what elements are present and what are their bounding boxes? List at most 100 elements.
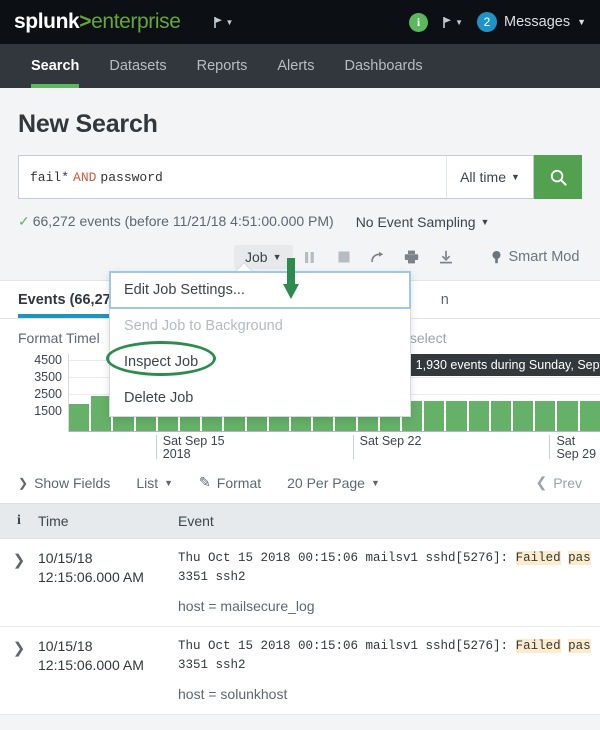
search-query-prefix: fail* — [30, 170, 69, 185]
tab-label: n — [441, 292, 449, 308]
list-mode-label: List — [136, 475, 158, 491]
chevron-down-icon: ▼ — [226, 18, 234, 27]
search-query-operator: AND — [69, 170, 100, 185]
menu-item-label: Edit Job Settings... — [124, 282, 245, 298]
chart-bar[interactable] — [69, 404, 89, 431]
top-bar-right: i ▼ 2 Messages ▼ — [409, 12, 586, 32]
chart-bar[interactable] — [446, 401, 466, 431]
time-range-picker[interactable]: All time ▼ — [446, 155, 534, 199]
menu-item-edit-job-settings[interactable]: Edit Job Settings... — [109, 271, 411, 309]
stop-button[interactable] — [327, 251, 361, 263]
expand-row-button[interactable]: ❯ — [0, 549, 38, 614]
activity-selector-icon[interactable]: ▼ — [442, 16, 463, 29]
nav-tab-search[interactable]: Search — [16, 44, 94, 88]
host-label: host = — [178, 686, 220, 702]
list-mode-dropdown[interactable]: List ▼ — [136, 475, 173, 491]
pause-icon — [304, 251, 315, 264]
nav-tab-datasets[interactable]: Datasets — [94, 44, 181, 88]
event-raw-line2: 3351 ssh2 — [178, 656, 600, 675]
chart-x-axis: Sat Sep 15 2018 Sat Sep 22 Sat Sep 29 — [68, 433, 600, 461]
main-nav: Search Datasets Reports Alerts Dashboard… — [0, 44, 600, 88]
x-tick-label: Sat Sep 22 — [360, 435, 422, 448]
event-host-field[interactable]: host = mailsecure_log — [178, 598, 600, 614]
splunk-logo[interactable]: splunk>enterprise — [14, 10, 181, 34]
search-status-row: ✓66,272 events (before 11/21/18 4:51:00.… — [18, 199, 582, 240]
search-page: New Search fail*ANDpassword All time ▼ ✓… — [0, 88, 600, 272]
splunk-search-app: splunk>enterprise ▼ i ▼ 2 Messages ▼ — [0, 0, 600, 730]
print-button[interactable] — [395, 250, 429, 264]
logo-enterprise-text: enterprise — [91, 10, 180, 33]
y-tick-label: 2500 — [34, 387, 62, 401]
chart-bar[interactable] — [491, 401, 511, 431]
nav-tab-alerts[interactable]: Alerts — [262, 44, 329, 88]
expand-row-button[interactable]: ❯ — [0, 637, 38, 702]
table-row[interactable]: ❯ 10/15/18 12:15:06.000 AM Thu Oct 15 20… — [0, 539, 600, 627]
per-page-dropdown[interactable]: 20 Per Page ▼ — [287, 475, 380, 491]
nav-tab-label: Dashboards — [344, 58, 422, 74]
annotation-arrow — [281, 258, 301, 300]
event-count-text: 66,272 events (before 11/21/18 4:51:00.0… — [33, 213, 334, 229]
highlight-password: pas — [568, 551, 591, 565]
nav-tab-label: Alerts — [277, 58, 314, 74]
chart-bar[interactable] — [424, 401, 444, 431]
info-icon[interactable]: i — [409, 13, 428, 32]
page-title: New Search — [18, 88, 582, 155]
tab-visualization[interactable]: n — [441, 281, 465, 318]
job-button-label: Job — [245, 249, 268, 265]
y-tick-label: 1500 — [34, 404, 62, 418]
prev-page-button[interactable]: ❮ Prev — [535, 474, 582, 491]
format-timeline-button[interactable]: Format Timel — [18, 330, 100, 346]
checkmark-icon: ✓ — [18, 213, 30, 229]
download-icon — [439, 250, 453, 264]
format-button[interactable]: ✎ Format — [199, 474, 261, 491]
table-row[interactable]: ❯ 10/15/18 12:15:06.000 AM Thu Oct 15 20… — [0, 627, 600, 715]
chevron-down-icon: ▼ — [577, 17, 586, 27]
share-icon — [371, 251, 385, 264]
x-tick-sublabel: 2018 — [163, 448, 225, 461]
event-raw-line1: Thu Oct 15 2018 00:15:06 mailsv1 sshd[52… — [178, 549, 600, 568]
menu-item-label: Send Job to Background — [124, 318, 283, 334]
events-controls-row: ❯ Show Fields List ▼ ✎ Format 20 Per Pag… — [0, 460, 600, 503]
messages-count-badge: 2 — [477, 12, 497, 32]
chevron-left-icon: ❮ — [535, 474, 547, 491]
search-button[interactable] — [534, 155, 582, 199]
chart-bar[interactable] — [469, 401, 489, 431]
x-tick: Sat Sep 15 2018 — [156, 435, 225, 459]
download-button[interactable] — [429, 250, 463, 264]
raw-space — [561, 639, 569, 653]
event-date: 10/15/18 — [38, 549, 178, 568]
column-header-info: i — [0, 504, 38, 538]
nav-tab-reports[interactable]: Reports — [182, 44, 263, 88]
share-button[interactable] — [361, 251, 395, 264]
event-host-field[interactable]: host = solunkhost — [178, 686, 600, 702]
highlight-password: pas — [568, 639, 591, 653]
chevron-right-icon: ❯ — [18, 476, 28, 490]
chart-bar[interactable] — [580, 401, 600, 431]
nav-tab-label: Datasets — [109, 58, 166, 74]
per-page-label: 20 Per Page — [287, 475, 365, 491]
logo-splunk-text: splunk — [14, 10, 79, 33]
y-tick-label: 3500 — [34, 370, 62, 384]
search-input[interactable]: fail*ANDpassword — [18, 155, 446, 199]
host-label: host = — [178, 598, 220, 614]
app-selector-icon[interactable]: ▼ — [213, 16, 234, 29]
event-content-cell: Thu Oct 15 2018 00:15:06 mailsv1 sshd[52… — [178, 637, 600, 702]
nav-tab-dashboards[interactable]: Dashboards — [329, 44, 437, 88]
format-timeline-label: Format Timel — [18, 330, 100, 346]
show-fields-button[interactable]: ❯ Show Fields — [18, 475, 110, 491]
search-mode-selector[interactable]: Smart Mod — [491, 249, 580, 265]
raw-prefix: Thu Oct 15 2018 00:15:06 mailsv1 sshd[52… — [178, 551, 516, 565]
menu-item-delete-job[interactable]: Delete Job — [110, 380, 410, 416]
search-icon — [549, 168, 568, 187]
chart-bar[interactable] — [513, 401, 533, 431]
messages-menu[interactable]: 2 Messages ▼ — [477, 12, 586, 32]
raw-space — [561, 551, 569, 565]
chart-bar[interactable] — [557, 401, 577, 431]
lightbulb-icon — [491, 250, 502, 264]
x-tick-label: Sat Sep 29 — [556, 435, 600, 461]
event-time-cell: 10/15/18 12:15:06.000 AM — [38, 549, 178, 614]
host-value: mailsecure_log — [220, 598, 314, 614]
chevron-down-icon: ▼ — [371, 478, 380, 488]
event-sampling-dropdown[interactable]: No Event Sampling ▼ — [356, 214, 490, 230]
chart-bar[interactable] — [535, 401, 555, 431]
